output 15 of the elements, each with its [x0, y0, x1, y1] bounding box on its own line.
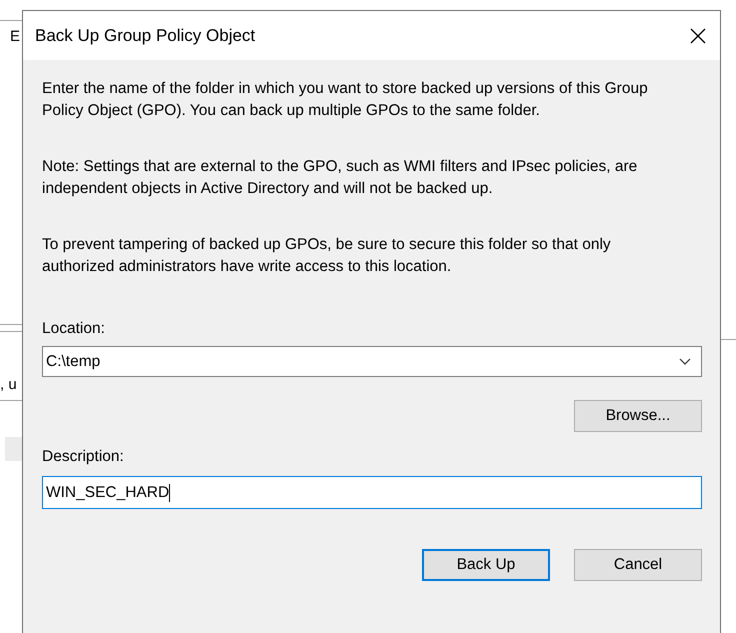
instruction-text: Note: Settings that are external to the GPO, such as WMI filters and IPsec policies, are independent objects in Active Directory and will not be backed up. [42, 157, 638, 199]
instruction-text: Enter the name of the folder in which you want to store backed up versions of this Group Policy Object (GPO). You can back up multiple GPOs to the same folder. [42, 79, 648, 121]
dialog-button[interactable]: Back Up [422, 549, 550, 581]
chevron-down-icon [679, 358, 691, 366]
location-dropdown[interactable]: C:\temp [42, 346, 702, 377]
background-text: E [10, 28, 20, 45]
window-title: Back Up Group Policy Object [35, 26, 256, 46]
description-label: Description: [42, 447, 125, 467]
location-label: Location: [42, 319, 106, 339]
background-text: , u [0, 376, 17, 393]
close-icon[interactable] [690, 28, 706, 44]
instruction-text: To prevent tampering of backed up GPOs, be sure to secure this folder so that only authorized administrators have write access to this location. [42, 235, 612, 277]
dialog-button[interactable]: Cancel [574, 549, 702, 581]
browse-button[interactable]: Browse... [574, 400, 702, 432]
description-field[interactable]: WIN_SEC_HARD [42, 476, 702, 509]
